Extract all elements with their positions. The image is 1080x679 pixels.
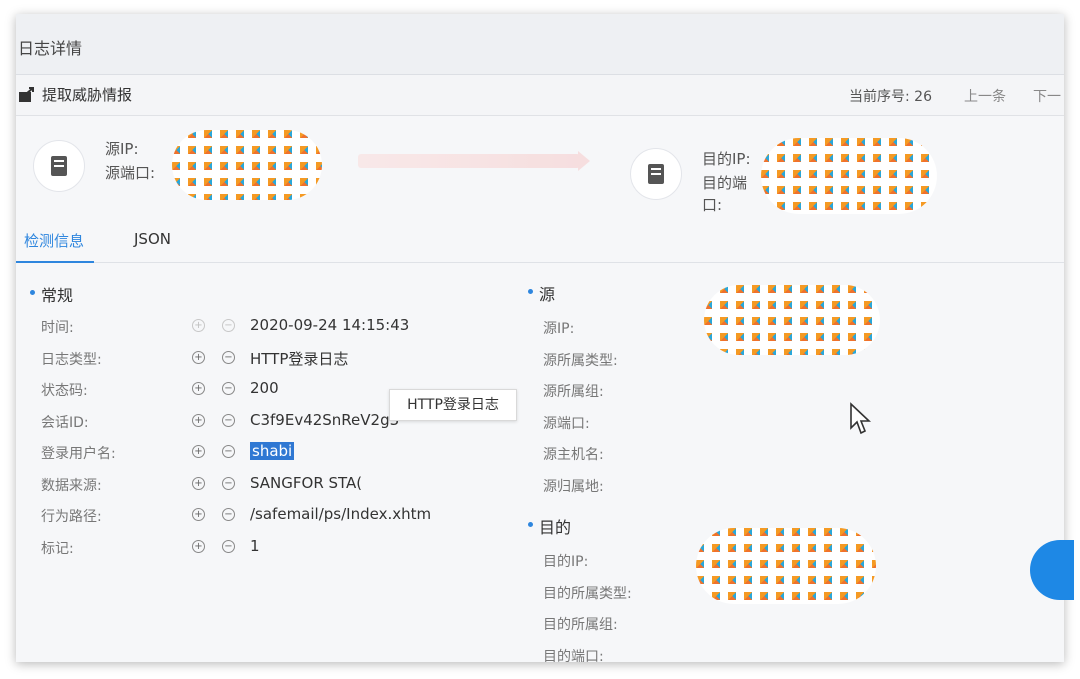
source-row: 源主机名:+−- [543, 441, 1023, 465]
field-label: 源归属地: [543, 478, 604, 495]
general-row: 日志类型: + − HTTP登录日志 [41, 346, 521, 370]
field-label: 会话ID: [41, 414, 89, 431]
general-row: 时间: + − 2020-09-24 14:15:43 [41, 314, 521, 338]
general-row: 标记: + − 1 [41, 535, 521, 559]
flow-arrow [358, 151, 590, 171]
export-icon [19, 86, 34, 102]
sequence-value: 26 [914, 89, 932, 105]
selected-text: shabi [250, 442, 295, 460]
field-label: 数据来源: [41, 477, 102, 494]
tab-json[interactable]: JSON [134, 230, 171, 248]
general-row: 登录用户名: + − shabi [41, 440, 521, 464]
source-row: 源所属组:+−公网设备 [543, 378, 1023, 402]
field-label: 目的端口: [543, 648, 604, 663]
redacted-destination-ip [696, 528, 876, 604]
exclude-filter-icon[interactable]: − [222, 508, 235, 521]
field-value: shabi [250, 442, 295, 460]
include-filter-icon[interactable]: + [192, 445, 205, 458]
source-port-label: 源端口: [105, 164, 156, 182]
exclude-filter-icon[interactable]: − [222, 382, 235, 395]
field-label: 源端口: [543, 415, 590, 432]
field-label: 目的IP: [543, 554, 589, 570]
title-bar: 日志详情 [16, 14, 1064, 75]
field-label: 状态码: [41, 383, 88, 399]
extract-threat-intel-label: 提取威胁情报 [42, 86, 133, 104]
hover-tooltip: HTTP登录日志 [389, 389, 517, 421]
field-label: 源主机名: [543, 447, 604, 463]
source-ip-label: 源IP: [105, 140, 139, 158]
redacted-source-address [172, 130, 322, 200]
destination-row: 目的所属组:+−内网IP范围 [543, 611, 1023, 635]
source-row: 源归属地:+−北京 [543, 473, 1023, 497]
redacted-source-ip [704, 285, 880, 355]
destination-port-label: 目的端 口: [702, 172, 747, 216]
exclude-filter-icon[interactable]: − [222, 539, 235, 553]
mouse-cursor-icon [850, 402, 872, 435]
source-row: 源端口:+−35448 [543, 410, 1023, 434]
source-server-icon [33, 140, 85, 192]
flow-header: 源IP: 源端口: 目的IP: 目的端 口: [16, 116, 1064, 220]
include-filter-icon[interactable]: + [192, 350, 205, 364]
field-label: 时间: [41, 320, 74, 336]
field-value: HTTP登录日志 [250, 349, 349, 368]
exclude-filter-icon[interactable]: − [222, 319, 235, 332]
field-label: 登录用户名: [41, 446, 116, 462]
tab-bar: 检测信息 JSON [16, 220, 1064, 263]
general-row: 数据来源: + − SANGFOR STA( [41, 472, 521, 496]
destination-row: 目的端口:+−80 [543, 643, 1023, 663]
include-filter-icon[interactable]: + [192, 476, 205, 490]
source-section-title: 源 [527, 281, 555, 305]
field-value: 1 [250, 536, 260, 555]
destination-port-label-line1: 目的端 [702, 174, 748, 192]
exclude-filter-icon[interactable]: − [222, 413, 235, 427]
destination-port-label-line2: 口: [702, 196, 723, 214]
exclude-filter-icon[interactable]: − [222, 445, 235, 458]
log-detail-window: 日志详情 提取威胁情报 当前序号: 26 上一条 下一 源IP: 源端口: 目的… [16, 14, 1064, 662]
destination-server-icon [630, 148, 682, 200]
destination-ip-label: 目的IP: [702, 150, 751, 168]
general-section-title: 常规 [29, 282, 73, 306]
include-filter-icon[interactable]: + [192, 508, 205, 521]
prev-record-link[interactable]: 上一条 [964, 86, 1006, 106]
field-value: SANGFOR STA( [250, 473, 363, 492]
field-label: 标记: [41, 540, 74, 557]
extract-threat-intel-button[interactable]: 提取威胁情报 [18, 84, 132, 105]
exclude-filter-icon[interactable]: − [222, 476, 235, 490]
field-label: 源所属类型: [543, 352, 618, 369]
sequence-label: 当前序号: [849, 89, 910, 105]
field-value: C3f9Ev42SnReV2g3 [250, 410, 400, 429]
field-label: 源IP: [543, 321, 575, 337]
current-sequence: 当前序号: 26 [849, 86, 932, 106]
exclude-filter-icon[interactable]: − [222, 350, 235, 364]
redacted-destination-address [761, 138, 937, 214]
toolbar: 提取威胁情报 当前序号: 26 上一条 下一 [16, 75, 1064, 116]
general-row: 行为路径: + − /safemail/ps/Index.xhtm [41, 503, 521, 527]
field-value: 2020-09-24 14:15:43 [250, 316, 410, 334]
include-filter-icon[interactable]: + [192, 413, 205, 427]
field-label: 源所属组: [543, 384, 604, 400]
tab-detection-info[interactable]: 检测信息 [16, 230, 95, 263]
field-label: 行为路径: [41, 509, 102, 525]
next-record-link[interactable]: 下一 [1033, 86, 1061, 106]
window-title: 日志详情 [18, 39, 83, 58]
field-value: /safemail/ps/Index.xhtm [250, 505, 432, 523]
field-label: 目的所属组: [543, 617, 618, 633]
include-filter-icon[interactable]: + [192, 382, 205, 395]
field-label: 日志类型: [41, 351, 102, 368]
field-value: 200 [250, 379, 279, 397]
include-filter-icon[interactable]: + [192, 319, 205, 332]
field-label: 目的所属类型: [543, 585, 632, 602]
include-filter-icon[interactable]: + [192, 539, 205, 553]
destination-section-title: 目的 [527, 514, 571, 538]
